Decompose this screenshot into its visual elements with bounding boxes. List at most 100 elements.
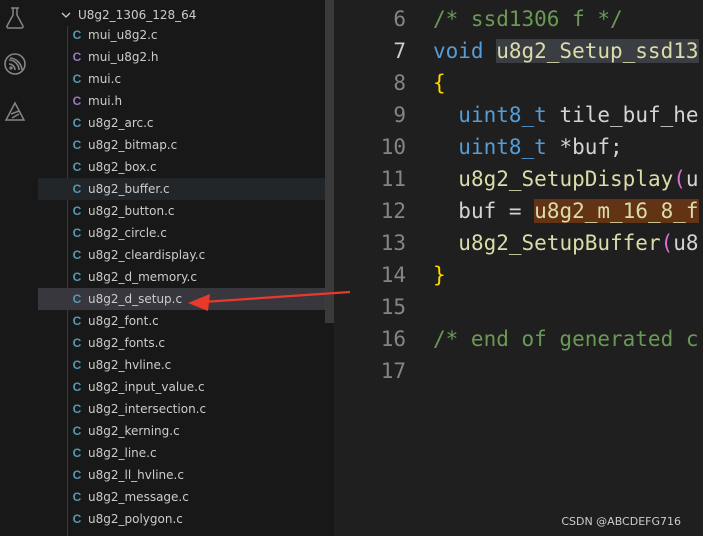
c-file-icon: C <box>72 336 82 350</box>
file-item[interactable]: Cu8g2_kerning.c <box>38 420 326 442</box>
file-name: u8g2_hvline.c <box>88 358 172 372</box>
c-file-icon: C <box>72 512 82 526</box>
line-number: 15 <box>380 295 406 319</box>
c-file-icon: C <box>72 380 82 394</box>
c-file-icon: C <box>72 270 82 284</box>
code-text: } <box>433 259 446 291</box>
file-item[interactable]: Cu8g2_input_value.c <box>38 376 326 398</box>
file-name: u8g2_kerning.c <box>88 424 180 438</box>
code-token: u8 <box>673 231 699 255</box>
chevron-down-icon <box>61 12 71 18</box>
file-item[interactable]: Cmui_u8g2.c <box>38 24 326 46</box>
file-item[interactable]: Cu8g2_ll_hvline.c <box>38 464 326 486</box>
file-name: u8g2_font.c <box>88 314 159 328</box>
file-name: u8g2_input_value.c <box>88 380 205 394</box>
file-item[interactable]: Cu8g2_polygon.c <box>38 508 326 530</box>
file-item[interactable]: Cmui.c <box>38 68 326 90</box>
code-token: } <box>433 263 446 287</box>
file-item[interactable]: Cu8g2_arc.c <box>38 112 326 134</box>
code-text: void u8g2_Setup_ssd13 <box>433 35 699 67</box>
c-header-file-icon: C <box>72 50 82 64</box>
code-line: 15 <box>334 291 703 323</box>
activity-bar <box>0 0 38 536</box>
file-item[interactable]: Cu8g2_message.c <box>38 486 326 508</box>
folder-u8g2-1306[interactable]: U8g2_1306_128_64 <box>60 4 196 26</box>
code-line: 8{ <box>334 67 703 99</box>
code-token: u8g2_SetupDisplay <box>458 167 674 191</box>
file-item[interactable]: Cu8g2_box.c <box>38 156 326 178</box>
code-token: ( <box>660 231 674 255</box>
line-number: 6 <box>393 7 406 31</box>
file-item[interactable]: Cu8g2_buffer.c <box>38 178 326 200</box>
file-item[interactable]: Cu8g2_bitmap.c <box>38 134 326 156</box>
c-file-icon: C <box>72 314 82 328</box>
code-line: 10 uint8_t *buf; <box>334 131 703 163</box>
code-line: 6 /* ssd1306 f */ <box>334 3 703 35</box>
c-file-icon: C <box>72 182 82 196</box>
code-text: /* end of generated c <box>433 323 699 355</box>
code-text: /* ssd1306 f */ <box>433 3 623 35</box>
c-file-icon: C <box>72 446 82 460</box>
c-file-icon: C <box>72 138 82 152</box>
file-item[interactable]: Cu8g2_intersection.c <box>38 398 326 420</box>
code-token: /* end of generated c <box>433 327 699 351</box>
code-line: 12 buf = u8g2_m_16_8_f <box>334 195 703 227</box>
folder-label: U8g2_1306_128_64 <box>78 8 197 22</box>
file-item[interactable]: Cu8g2_cleardisplay.c <box>38 244 326 266</box>
code-line: 13 u8g2_SetupBuffer(u8 <box>334 227 703 259</box>
c-file-icon: C <box>72 116 82 130</box>
file-item[interactable]: Cu8g2_font.c <box>38 310 326 332</box>
c-file-icon: C <box>72 402 82 416</box>
line-number: 13 <box>380 231 406 255</box>
line-number: 8 <box>393 71 406 95</box>
file-name: u8g2_line.c <box>88 446 157 460</box>
code-token: u8g2_Setup_ssd13 <box>496 39 699 63</box>
line-number: 12 <box>380 199 406 223</box>
file-name: u8g2_arc.c <box>88 116 154 130</box>
file-item[interactable]: Cu8g2_d_memory.c <box>38 266 326 288</box>
code-token: uint8_t <box>458 103 547 127</box>
code-token: void <box>433 39 497 63</box>
file-name: u8g2_cleardisplay.c <box>88 248 206 262</box>
file-name: mui_u8g2.c <box>88 28 158 42</box>
file-name: u8g2_ll_hvline.c <box>88 468 184 482</box>
line-number: 7 <box>393 39 406 63</box>
code-token: ( <box>673 167 686 191</box>
file-item[interactable]: Cmui.h <box>38 90 326 112</box>
explorer-scrollbar[interactable] <box>325 0 334 323</box>
file-name: u8g2_message.c <box>88 490 189 504</box>
code-line: 9 uint8_t tile_buf_he <box>334 99 703 131</box>
code-editor[interactable]: 6/* ssd1306 f */7 void u8g2_Setup_ssd13 8{… <box>334 0 703 536</box>
file-item[interactable]: Cu8g2_hvline.c <box>38 354 326 376</box>
line-number: 17 <box>380 359 406 383</box>
code-line: 14} <box>334 259 703 291</box>
code-line: 11 u8g2_SetupDisplay(u <box>334 163 703 195</box>
file-item[interactable]: Cu8g2_button.c <box>38 200 326 222</box>
file-name: mui_u8g2.h <box>88 50 159 64</box>
file-name: u8g2_bitmap.c <box>88 138 178 152</box>
c-file-icon: C <box>72 204 82 218</box>
c-file-icon: C <box>72 248 82 262</box>
file-name: u8g2_polygon.c <box>88 512 183 526</box>
line-number: 10 <box>380 135 406 159</box>
file-name: u8g2_d_setup.c <box>88 292 183 306</box>
file-item[interactable]: Cu8g2_d_setup.c <box>38 288 326 310</box>
file-name: mui.c <box>88 72 122 86</box>
testing-flask-icon[interactable] <box>3 6 27 30</box>
code-token: u8g2_SetupBuffer <box>458 231 661 255</box>
file-item[interactable]: Cu8g2_circle.c <box>38 222 326 244</box>
file-item[interactable]: Cmui_u8g2.h <box>38 46 326 68</box>
c-file-icon: C <box>72 468 82 482</box>
platform-ide-icon[interactable] <box>3 100 27 124</box>
file-item[interactable]: Cu8g2_fonts.c <box>38 332 326 354</box>
file-name: u8g2_box.c <box>88 160 157 174</box>
file-item[interactable]: Cu8g2_line.c <box>38 442 326 464</box>
espressif-icon[interactable] <box>3 52 27 76</box>
file-name: u8g2_fonts.c <box>88 336 166 350</box>
c-file-icon: C <box>72 72 82 86</box>
watermark: CSDN @ABCDEFG716 <box>561 515 681 528</box>
